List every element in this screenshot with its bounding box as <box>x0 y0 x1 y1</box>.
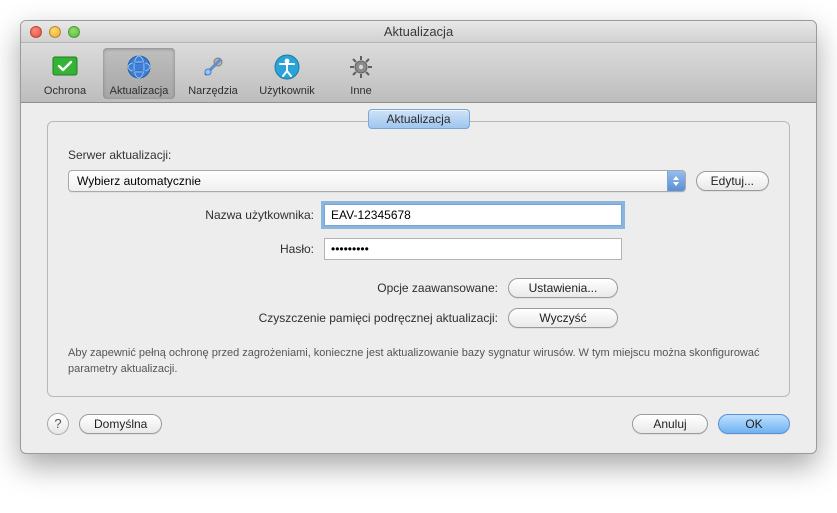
advanced-settings-button[interactable]: Ustawienia... <box>508 278 618 298</box>
cache-label: Czyszczenie pamięci podręcznej aktualiza… <box>68 311 508 325</box>
tab-user[interactable]: Użytkownik <box>251 48 323 99</box>
globe-icon <box>123 51 155 83</box>
tab-update[interactable]: Aktualizacja <box>103 48 175 99</box>
tab-protection[interactable]: Ochrona <box>29 48 101 99</box>
group-tab[interactable]: Aktualizacja <box>367 109 469 129</box>
accessibility-icon <box>271 51 303 83</box>
tab-label: Ochrona <box>44 85 86 97</box>
update-group: Aktualizacja Serwer aktualizacji: Wybier… <box>47 121 790 397</box>
defaults-button[interactable]: Domyślna <box>79 414 162 434</box>
footnote-text: Aby zapewnić pełną ochronę przed zagroże… <box>68 346 769 378</box>
tools-icon <box>197 51 229 83</box>
server-select[interactable]: Wybierz automatycznie <box>68 170 686 192</box>
tab-label: Narzędzia <box>188 85 238 97</box>
content-area: Aktualizacja Serwer aktualizacji: Wybier… <box>21 103 816 453</box>
toolbar: Ochrona Aktualizacja Narzędzia Użytkowni… <box>21 43 816 103</box>
gear-icon <box>345 51 377 83</box>
window-title: Aktualizacja <box>21 24 816 39</box>
help-button[interactable]: ? <box>47 413 69 435</box>
tab-label: Aktualizacja <box>110 85 169 97</box>
edit-server-button[interactable]: Edytuj... <box>696 171 769 191</box>
password-input[interactable] <box>324 238 622 260</box>
clear-cache-button[interactable]: Wyczyść <box>508 308 618 328</box>
password-label: Hasło: <box>68 242 324 256</box>
tab-label: Użytkownik <box>259 85 315 97</box>
server-label: Serwer aktualizacji: <box>68 148 769 162</box>
cancel-button[interactable]: Anuluj <box>632 414 708 434</box>
server-select-value: Wybierz automatycznie <box>77 174 201 188</box>
preferences-window: Aktualizacja Ochrona Aktualizacja Narzęd… <box>20 20 817 454</box>
ok-button[interactable]: OK <box>718 414 790 434</box>
close-window-button[interactable] <box>30 26 42 38</box>
advanced-label: Opcje zaawansowane: <box>68 281 508 295</box>
tab-label: Inne <box>350 85 371 97</box>
tab-other[interactable]: Inne <box>325 48 397 99</box>
username-label: Nazwa użytkownika: <box>68 208 324 222</box>
username-input[interactable] <box>324 204 622 226</box>
select-stepper-icon <box>667 171 685 191</box>
titlebar: Aktualizacja <box>21 21 816 43</box>
tab-tools[interactable]: Narzędzia <box>177 48 249 99</box>
minimize-window-button[interactable] <box>49 26 61 38</box>
zoom-window-button[interactable] <box>68 26 80 38</box>
window-controls <box>21 26 80 38</box>
shield-check-icon <box>49 51 81 83</box>
bottom-bar: ? Domyślna Anuluj OK <box>47 413 790 435</box>
